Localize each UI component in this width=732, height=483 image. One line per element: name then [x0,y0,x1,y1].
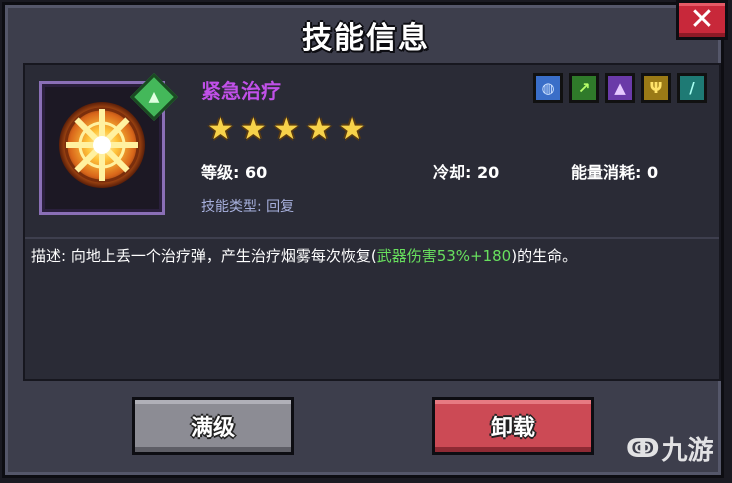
description-suffix: )的生命。 [511,247,578,265]
star-rating: ★ ★ ★ ★ ★ [207,115,366,145]
star-icon: ★ [338,112,366,147]
star-icon: ★ [239,112,267,147]
level-stat: 等级: 60 [201,163,268,182]
up-arrow-icon: ▲ [148,89,160,105]
energy-cost-stat: 能量消耗: 0 [571,163,659,182]
skill-info-panel: 技能信息 ▲ 紧急治疗 ◍ ↗ ▲ Ψ / ★ ★ ★ ★ ★ 等级: 60 冷… [2,2,724,478]
watermark-text: 九游 [661,436,714,466]
star-icon: ★ [207,112,234,147]
skill-type: 技能类型: 回复 [201,199,295,215]
max-level-button[interactable]: 满级 [132,397,294,455]
watermark-logo-icon: ↂ [626,433,660,464]
close-icon: ✕ [689,2,715,37]
watermark: ↂ 九游 [626,430,714,467]
description-text: 描述: 向地上丢一个治疗弹，产生治疗烟雾每次恢复( [31,247,377,265]
cooldown-stat: 冷却: 20 [433,163,500,182]
damage-formula: 武器伤害53%+180 [376,247,512,265]
sword-class-icon: / [677,73,707,103]
divider [25,237,719,239]
class-icons: ◍ ↗ ▲ Ψ / [533,73,707,103]
unload-button[interactable]: 卸载 [432,397,594,455]
star-icon: ★ [272,112,300,147]
wizard-hat-class-icon: ▲ [605,73,635,103]
dialog-title: 技能信息 [302,21,430,56]
close-button[interactable]: ✕ [676,0,728,40]
skill-name: 紧急治疗 [201,79,281,103]
bow-class-icon: ↗ [569,73,599,103]
staff-class-icon: Ψ [641,73,671,103]
skill-description: 描述: 向地上丢一个治疗弹，产生治疗烟雾每次恢复(武器伤害53%+180)的生命… [31,245,577,266]
shield-class-icon: ◍ [533,73,563,103]
healing-rune-icon [59,102,145,188]
skill-info-box: ▲ 紧急治疗 ◍ ↗ ▲ Ψ / ★ ★ ★ ★ ★ 等级: 60 冷却: 20… [23,63,721,381]
star-icon: ★ [305,112,333,147]
